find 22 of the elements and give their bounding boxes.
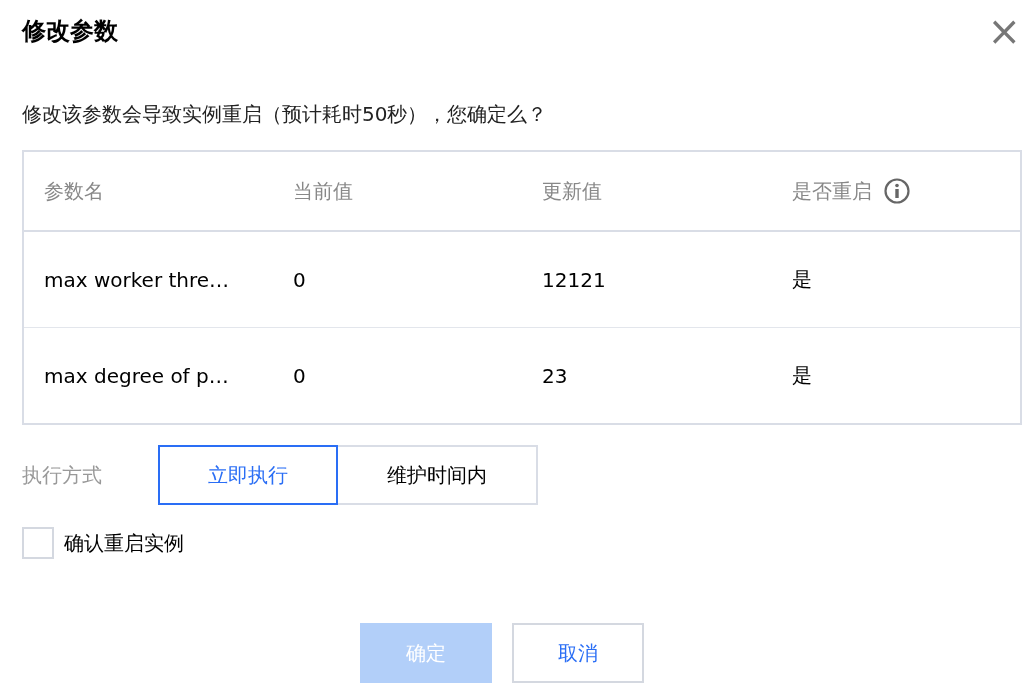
- cancel-button[interactable]: 取消: [511, 623, 644, 683]
- dialog-title: 修改参数: [22, 16, 118, 47]
- table-cell: max degree of p…: [44, 363, 229, 388]
- table-cell: 0: [293, 267, 306, 292]
- execution-option[interactable]: 维护时间内: [336, 445, 538, 505]
- execution-label: 执行方式: [22, 461, 103, 489]
- close-button[interactable]: ×: [987, 11, 1021, 51]
- table-cell: 是: [792, 362, 812, 389]
- checkbox[interactable]: [22, 527, 54, 559]
- column-header: 更新值: [542, 177, 602, 205]
- column-header: 是否重启: [792, 177, 872, 205]
- table-cell: 是: [792, 266, 812, 293]
- checkbox-label: 确认重启实例: [64, 529, 184, 557]
- info-icon[interactable]: [884, 178, 910, 204]
- table-cell: max worker thre…: [44, 267, 230, 292]
- execution-option[interactable]: 立即执行: [158, 445, 338, 505]
- table-cell: 12121: [542, 267, 606, 292]
- warning-message: 修改该参数会导致实例重启（预计耗时50秒），您确定么？: [22, 101, 549, 128]
- column-header: 当前值: [293, 177, 353, 205]
- table-cell: 23: [542, 363, 568, 388]
- table-cell: 0: [293, 363, 306, 388]
- column-header: 参数名: [44, 177, 104, 205]
